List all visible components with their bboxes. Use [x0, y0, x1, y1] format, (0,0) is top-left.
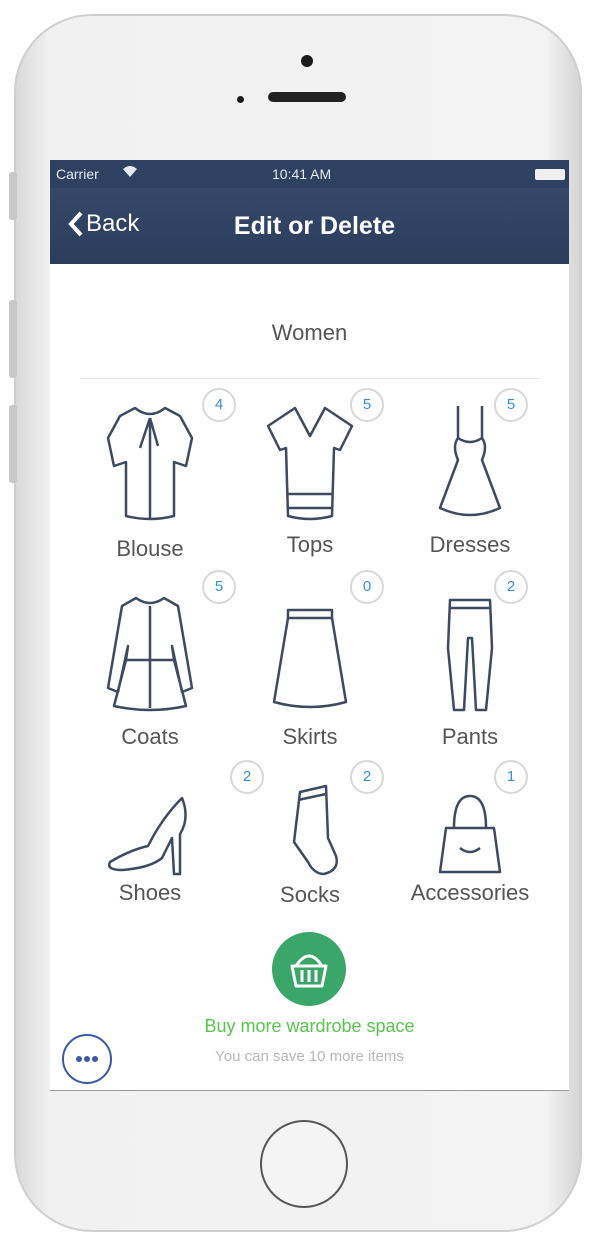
bag-icon	[438, 794, 502, 874]
count-badge: 1	[494, 760, 528, 794]
home-button[interactable]	[260, 1120, 348, 1208]
category-dresses[interactable]: 5 Dresses	[390, 388, 550, 568]
category-label: Pants	[441, 724, 499, 749]
category-label: Shoes	[118, 880, 182, 905]
volume-down-button	[9, 405, 17, 483]
remaining-items-text: You can save 10 more items	[215, 1048, 404, 1065]
category-label: Coats	[121, 724, 179, 749]
proximity-sensor	[237, 96, 244, 103]
category-label: Dresses	[429, 532, 511, 557]
more-options-button[interactable]	[62, 1034, 112, 1084]
count-badge: 2	[350, 760, 384, 794]
status-time: 10:41 AM	[272, 166, 332, 182]
category-accessories[interactable]: 1 Accessories	[390, 760, 550, 948]
earpiece-speaker	[268, 92, 346, 102]
shoe-icon	[108, 796, 187, 876]
category-label: Accessories	[410, 880, 530, 905]
coat-icon	[106, 596, 194, 712]
skirt-icon	[272, 608, 348, 709]
top-icon	[266, 406, 354, 521]
page-title: Edit or Delete	[233, 212, 396, 240]
section-divider	[80, 378, 540, 379]
screen: Carrier 10:41 AM Back Edit or Delete Wom…	[50, 160, 569, 1090]
pants-icon	[446, 598, 494, 712]
status-bar: Carrier 10:41 AM	[50, 160, 569, 188]
buy-space-link[interactable]: Buy more wardrobe space	[50, 1016, 569, 1037]
category-socks[interactable]: 2 Socks	[230, 760, 390, 948]
sock-icon	[292, 784, 338, 876]
front-camera	[301, 55, 313, 67]
category-shoes[interactable]: 2 Shoes	[70, 760, 264, 948]
volume-up-button	[9, 300, 17, 378]
blouse-icon	[106, 406, 194, 521]
category-label: Skirts	[282, 724, 338, 749]
category-pants[interactable]: 2 Pants	[390, 570, 550, 758]
screen-edge	[50, 1090, 569, 1091]
category-tops[interactable]: 5 Tops	[230, 388, 390, 568]
category-skirts[interactable]: 0 Skirts	[230, 570, 390, 758]
carrier-label: Carrier	[56, 166, 99, 182]
battery-icon	[535, 169, 565, 180]
count-badge: 5	[350, 388, 384, 422]
category-label: Blouse	[116, 536, 184, 561]
mute-switch	[9, 172, 17, 220]
basket-icon	[290, 954, 328, 988]
count-badge: 2	[494, 570, 528, 604]
wifi-icon	[122, 164, 138, 181]
count-badge: 5	[494, 388, 528, 422]
category-label: Tops	[286, 532, 334, 557]
category-coats[interactable]: 5 Coats	[70, 570, 236, 758]
category-label: Socks	[280, 882, 340, 907]
section-title: Women	[271, 320, 348, 345]
ellipsis-icon	[76, 1056, 98, 1062]
buy-space-button[interactable]	[272, 932, 346, 1006]
count-badge: 0	[350, 570, 384, 604]
nav-bar: Back Edit or Delete	[50, 188, 569, 264]
category-blouse[interactable]: 4 Blouse	[70, 388, 236, 568]
